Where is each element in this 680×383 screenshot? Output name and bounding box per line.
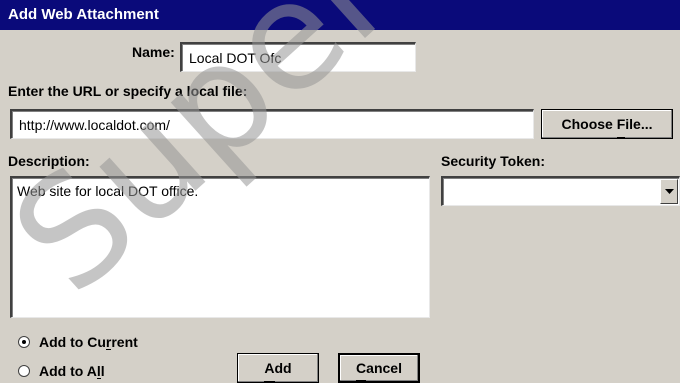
- name-input[interactable]: Local DOT Ofc: [180, 42, 416, 72]
- chevron-down-icon[interactable]: [660, 179, 678, 204]
- description-value: Web site for local DOT office.: [17, 183, 199, 199]
- radio-add-to-current-label: Add to Cur rent: [39, 334, 138, 350]
- choose-file-button[interactable]: Choose File...: [541, 109, 673, 139]
- radio-add-to-current[interactable]: Add to Cur rent: [18, 331, 138, 353]
- security-token-label: Security Token:: [441, 153, 545, 169]
- add-button[interactable]: Add: [237, 353, 319, 383]
- radio-button-icon[interactable]: [18, 365, 30, 377]
- security-token-select[interactable]: [441, 176, 680, 206]
- radio-button-icon[interactable]: [18, 336, 30, 348]
- add-web-attachment-dialog: Add Web Attachment Name: Local DOT Ofc E…: [0, 0, 680, 383]
- description-label: Description:: [8, 153, 90, 169]
- cancel-button[interactable]: Cancel: [338, 353, 420, 383]
- radio-add-to-all-label: Add to Al l: [39, 363, 105, 379]
- mnemonic-letter: F: [616, 116, 626, 132]
- dialog-title: Add Web Attachment: [0, 0, 680, 30]
- name-input-value: Local DOT Ofc: [189, 50, 282, 66]
- radio-add-to-all[interactable]: Add to Al l: [18, 360, 105, 382]
- name-label: Name:: [132, 44, 175, 60]
- url-prompt-label: Enter the URL or specify a local file:: [8, 83, 248, 99]
- description-textarea[interactable]: Web site for local DOT office.: [10, 176, 430, 318]
- url-input[interactable]: http://www.localdot.com/: [10, 109, 534, 139]
- url-input-value: http://www.localdot.com/: [19, 117, 170, 133]
